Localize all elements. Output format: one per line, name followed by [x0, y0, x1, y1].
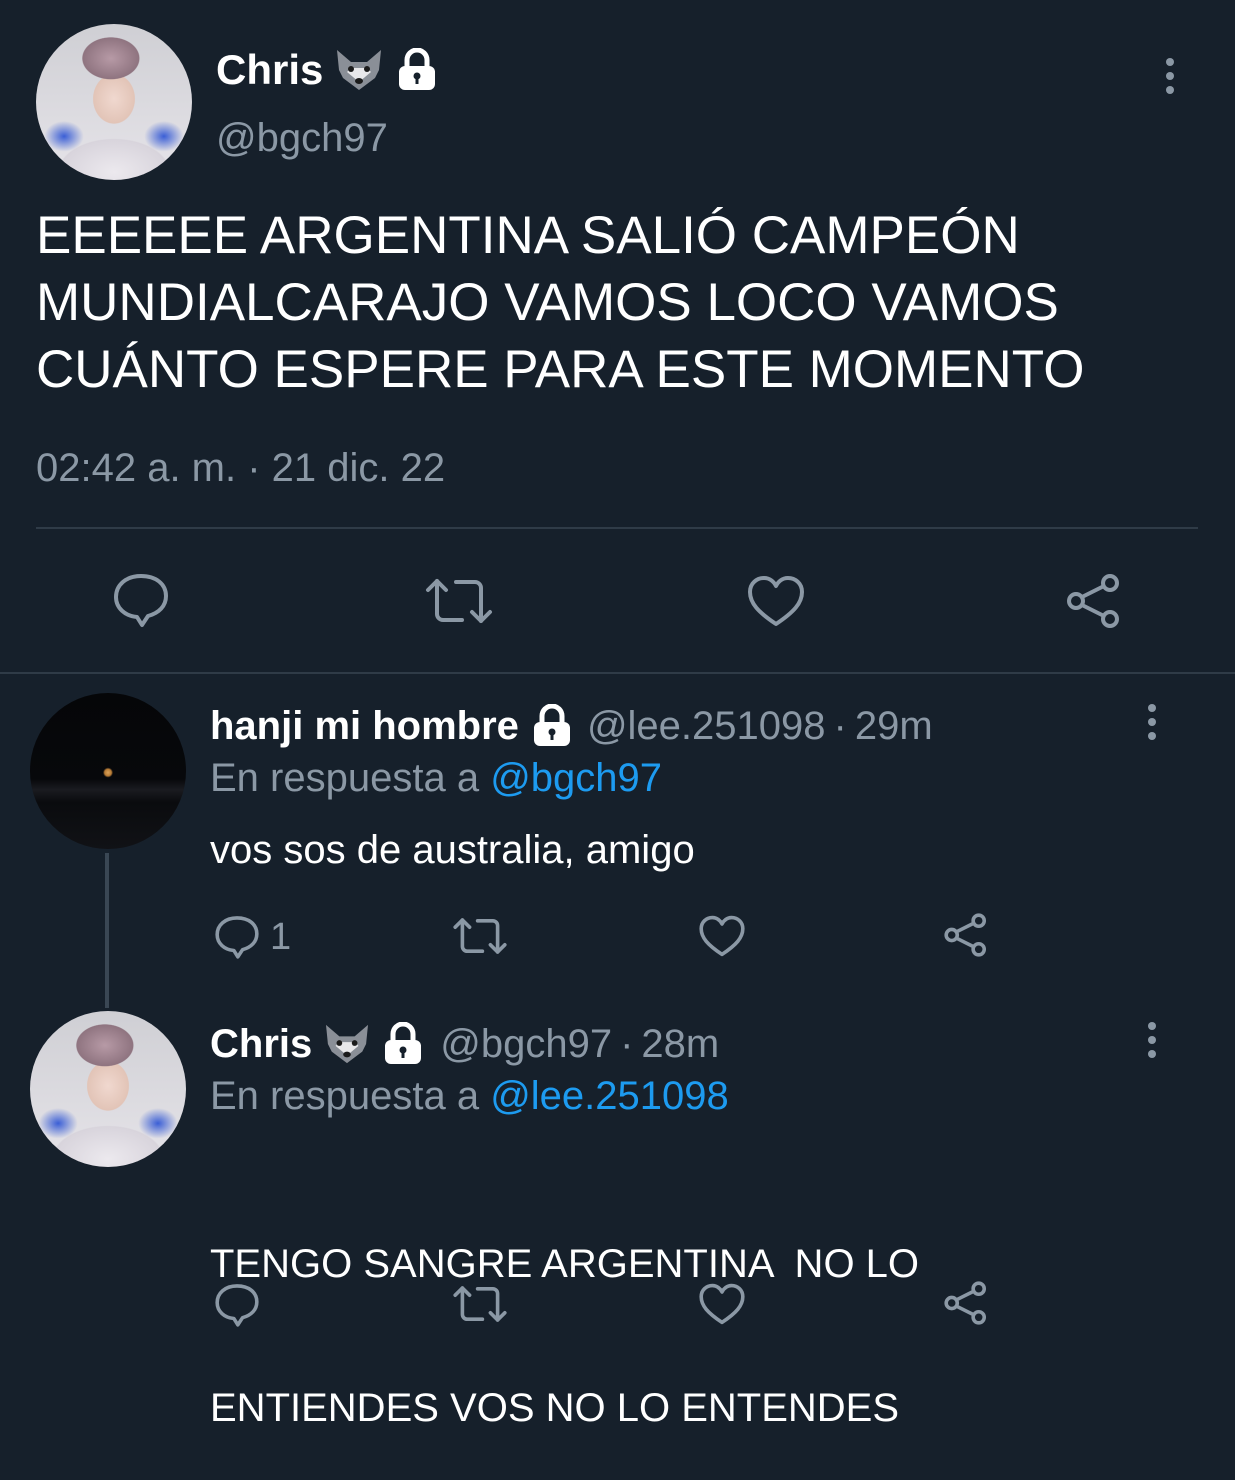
reply-icon	[114, 574, 168, 627]
share-button[interactable]	[942, 912, 990, 958]
like-icon	[699, 1283, 745, 1325]
reply-count: 1	[270, 915, 292, 958]
retweet-button[interactable]	[452, 916, 508, 956]
lock-icon	[395, 48, 439, 92]
divider	[0, 672, 1235, 674]
share-button[interactable]	[942, 1280, 990, 1326]
handle[interactable]: @bgch97	[216, 116, 388, 161]
display-name[interactable]: Chris	[210, 1022, 312, 1067]
retweet-icon	[453, 1286, 507, 1322]
handle[interactable]: @lee.251098	[587, 704, 826, 749]
reply-author-line: Chris @bgch97 · 28m	[210, 1018, 719, 1070]
divider	[36, 527, 1198, 529]
reply-text: vos sos de australia, amigo	[210, 828, 695, 872]
like-button[interactable]	[698, 1282, 746, 1326]
time[interactable]: 28m	[641, 1022, 719, 1067]
share-button[interactable]	[1064, 572, 1124, 630]
reply-text: TENGO SANGRE ARGENTINA NO LO ENTIENDES V…	[210, 1242, 920, 1430]
reply-author-line: hanji mi hombre @lee.251098 · 29m	[210, 700, 933, 752]
retweet-button[interactable]	[452, 1284, 508, 1324]
avatar[interactable]	[36, 24, 192, 180]
separator-dot: ·	[833, 703, 847, 748]
time[interactable]: 29m	[855, 704, 933, 749]
more-vertical-icon[interactable]	[1166, 58, 1174, 94]
separator-dot: ·	[620, 1021, 634, 1066]
mention-link[interactable]: @lee.251098	[490, 1074, 729, 1118]
like-icon	[748, 576, 804, 626]
more-vertical-icon[interactable]	[1148, 1022, 1156, 1058]
handle[interactable]: @bgch97	[440, 1022, 612, 1067]
reply-icon	[215, 1284, 259, 1327]
like-button[interactable]	[698, 914, 746, 958]
lock-icon	[529, 704, 575, 748]
share-icon	[944, 913, 987, 957]
reply-button[interactable]: 1	[214, 914, 291, 960]
share-icon	[1067, 574, 1119, 628]
more-vertical-icon[interactable]	[1148, 704, 1156, 740]
display-name[interactable]: Chris	[216, 46, 323, 94]
avatar[interactable]	[30, 693, 186, 849]
mention-link[interactable]: @bgch97	[490, 756, 662, 800]
like-icon	[699, 915, 745, 957]
timestamp[interactable]: 02:42 a. m. · 21 dic. 22	[36, 446, 445, 491]
like-button[interactable]	[746, 574, 806, 628]
retweet-button[interactable]	[424, 576, 494, 626]
main-tweet-author[interactable]: Chris	[216, 42, 439, 98]
retweet-icon	[453, 918, 507, 954]
retweet-icon	[426, 579, 492, 623]
wolf-emoji-icon	[333, 48, 385, 92]
display-name[interactable]: hanji mi hombre	[210, 704, 519, 749]
reply-button[interactable]	[112, 572, 170, 628]
reply-context: En respuesta a @lee.251098	[210, 1074, 729, 1118]
lock-icon	[380, 1022, 426, 1066]
share-icon	[944, 1281, 987, 1325]
avatar[interactable]	[30, 1011, 186, 1167]
wolf-emoji-icon	[322, 1023, 372, 1065]
reply-button[interactable]	[214, 1282, 260, 1328]
thread-line	[105, 853, 109, 1008]
reply-context: En respuesta a @bgch97	[210, 756, 663, 800]
tweet-text: EEEEEE ARGENTINA SALIÓ CAMPEÓN MUNDIALCA…	[36, 206, 1085, 399]
reply-icon	[215, 916, 259, 959]
